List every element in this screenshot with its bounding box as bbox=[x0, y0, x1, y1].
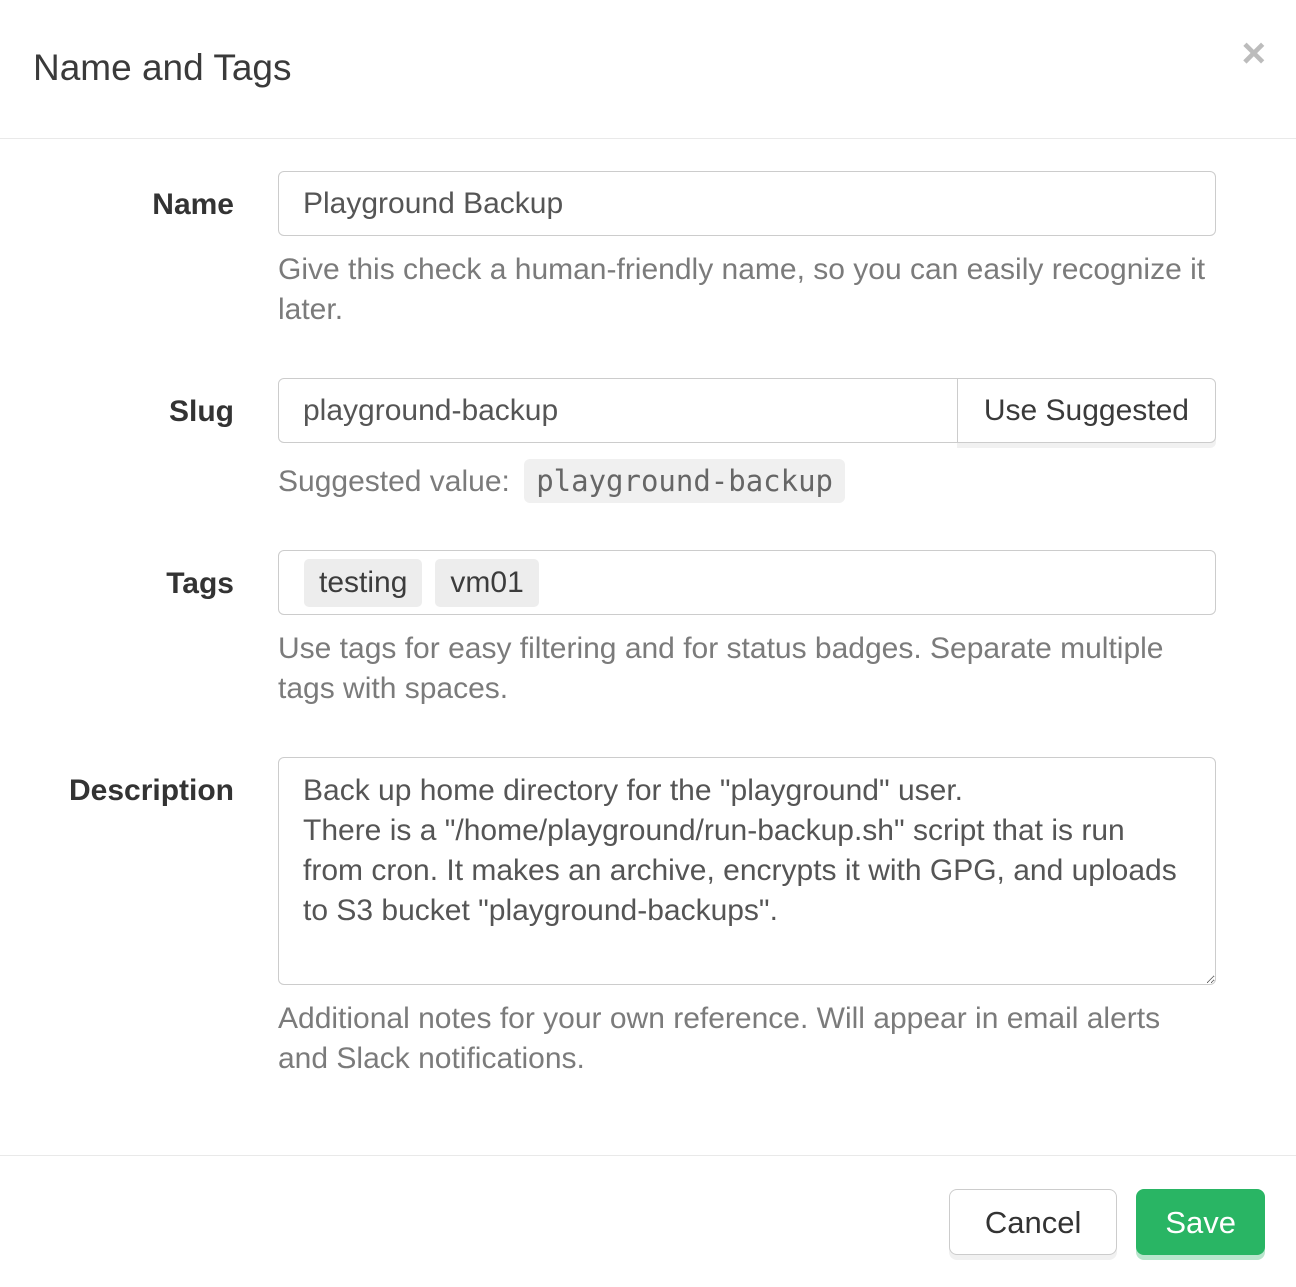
tag-chip-vm01[interactable]: vm01 bbox=[435, 559, 538, 607]
description-field: Back up home directory for the "playgrou… bbox=[278, 757, 1216, 1079]
modal-header: Name and Tags × bbox=[0, 0, 1296, 139]
name-form-row: Name Give this check a human-friendly na… bbox=[33, 171, 1216, 330]
cancel-button[interactable]: Cancel bbox=[949, 1189, 1118, 1255]
save-button[interactable]: Save bbox=[1136, 1189, 1265, 1255]
tag-chip-testing[interactable]: testing bbox=[304, 559, 422, 607]
suggested-value-line: Suggested value: playground-backup bbox=[278, 461, 1216, 502]
modal-title: Name and Tags bbox=[33, 46, 1263, 90]
slug-input-group: Use Suggested bbox=[278, 378, 1216, 443]
description-form-row: Description Back up home directory for t… bbox=[33, 757, 1216, 1079]
use-suggested-button[interactable]: Use Suggested bbox=[957, 378, 1216, 443]
name-and-tags-dialog: Name and Tags × Name Give this check a h… bbox=[0, 0, 1296, 1287]
description-help-text: Additional notes for your own reference.… bbox=[278, 999, 1216, 1079]
modal-footer: Cancel Save bbox=[0, 1155, 1296, 1287]
tags-field-label: Tags bbox=[33, 550, 278, 709]
name-help-text: Give this check a human-friendly name, s… bbox=[278, 250, 1216, 330]
tags-form-row: Tags testing vm01 Use tags for easy filt… bbox=[33, 550, 1216, 709]
close-icon[interactable]: × bbox=[1237, 28, 1270, 78]
slug-form-row: Slug Use Suggested Suggested value: play… bbox=[33, 378, 1216, 502]
modal-body: Name Give this check a human-friendly na… bbox=[0, 139, 1296, 1155]
slug-field-label: Slug bbox=[33, 378, 278, 502]
name-input[interactable] bbox=[278, 171, 1216, 236]
description-textarea[interactable]: Back up home directory for the "playgrou… bbox=[278, 757, 1216, 985]
tags-field: testing vm01 Use tags for easy filtering… bbox=[278, 550, 1216, 709]
suggested-value-prefix: Suggested value: bbox=[278, 465, 510, 498]
description-field-label: Description bbox=[33, 757, 278, 1079]
tags-help-text: Use tags for easy filtering and for stat… bbox=[278, 629, 1216, 709]
name-field: Give this check a human-friendly name, s… bbox=[278, 171, 1216, 330]
slug-input[interactable] bbox=[278, 378, 958, 443]
name-field-label: Name bbox=[33, 171, 278, 330]
suggested-value-code: playground-backup bbox=[524, 459, 845, 503]
tags-input[interactable]: testing vm01 bbox=[278, 550, 1216, 615]
slug-field: Use Suggested Suggested value: playgroun… bbox=[278, 378, 1216, 502]
